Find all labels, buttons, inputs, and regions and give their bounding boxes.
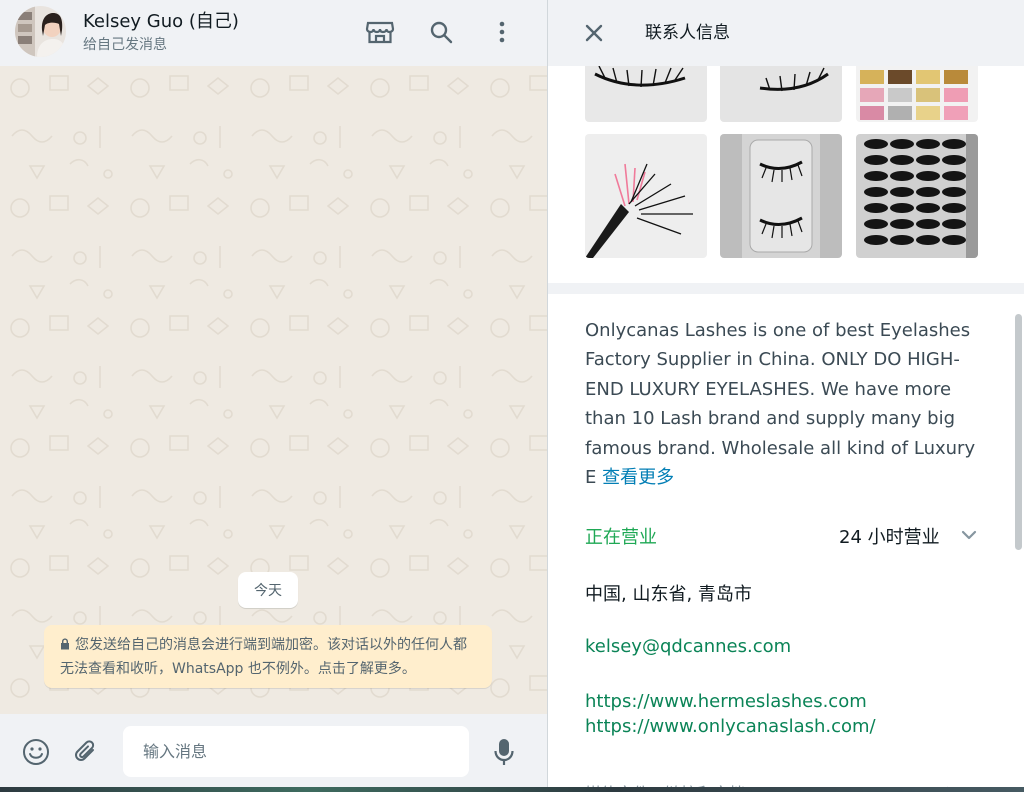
chevron-down-icon[interactable]	[958, 524, 980, 546]
chat-title: Kelsey Guo (自己)	[83, 11, 239, 32]
website-link-1[interactable]: https://www.hermeslashes.com	[585, 691, 867, 712]
media-gallery	[548, 66, 1024, 283]
search-icon[interactable]	[423, 14, 459, 50]
menu-icon[interactable]	[484, 14, 520, 50]
date-chip: 今天	[238, 572, 298, 608]
chat-wallpaper-pattern	[0, 66, 547, 714]
encryption-notice[interactable]: 您发送给自己的消息会进行端到端加密。该对话以外的任何人都无法查看和收听，What…	[44, 625, 492, 688]
business-hours[interactable]: 24 小时营业	[839, 523, 940, 549]
business-address: 中国, 山东省, 青岛市	[585, 584, 752, 605]
lock-icon	[60, 635, 70, 658]
media-thumbnail[interactable]	[585, 134, 707, 258]
media-thumbnail[interactable]	[585, 66, 707, 122]
catalog-icon[interactable]	[362, 14, 398, 50]
desktop-edge-strip	[0, 787, 1024, 792]
avatar-image	[15, 6, 66, 57]
attach-icon[interactable]	[68, 734, 104, 770]
chat-pane: Kelsey Guo (自己) 给自己发消息 今天 您发送给自己的消息会进行端到…	[0, 0, 547, 792]
website-link-2[interactable]: https://www.onlycanaslash.com/	[585, 716, 876, 737]
chat-subtitle: 给自己发消息	[83, 37, 167, 53]
business-email-link[interactable]: kelsey@qdcannes.com	[585, 636, 791, 657]
contact-info-pane: 联系人信息 Onlycanas Lashes is one of best Ey…	[547, 0, 1024, 792]
close-icon[interactable]	[576, 15, 612, 51]
message-input[interactable]	[123, 726, 469, 777]
business-status: 正在营业	[585, 527, 657, 548]
contact-info-header: 联系人信息	[548, 0, 1024, 66]
chat-messages-area[interactable]	[0, 66, 547, 714]
media-thumbnail[interactable]	[856, 134, 978, 258]
avatar[interactable]	[15, 6, 66, 57]
business-description-text: Onlycanas Lashes is one of best Eyelashe…	[585, 320, 976, 489]
media-thumbnail[interactable]	[856, 66, 978, 122]
emoji-icon[interactable]	[18, 734, 54, 770]
business-description: Onlycanas Lashes is one of best Eyelashe…	[585, 316, 985, 492]
encryption-notice-text: 您发送给自己的消息会进行端到端加密。该对话以外的任何人都无法查看和收听，What…	[60, 637, 467, 677]
business-info-card: Onlycanas Lashes is one of best Eyelashe…	[548, 294, 1024, 792]
mic-icon[interactable]	[486, 734, 522, 770]
read-more-link[interactable]: 查看更多	[602, 467, 674, 488]
media-thumbnail[interactable]	[720, 134, 842, 258]
media-thumbnail[interactable]	[720, 66, 842, 122]
contact-info-title: 联系人信息	[645, 23, 730, 43]
compose-bar	[0, 714, 547, 792]
chat-header[interactable]: Kelsey Guo (自己) 给自己发消息	[0, 0, 547, 66]
scrollbar-thumb[interactable]	[1015, 314, 1022, 550]
